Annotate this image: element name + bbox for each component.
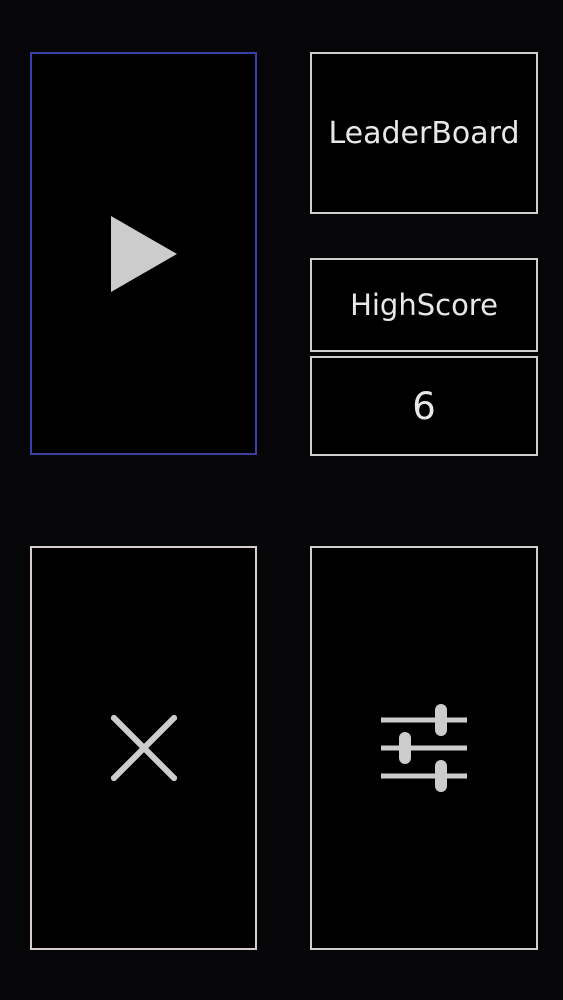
main-menu-screen: LeaderBoard HighScore 6	[0, 0, 563, 1000]
highscore-value-box: 6	[310, 356, 538, 456]
settings-button[interactable]	[310, 546, 538, 950]
leaderboard-button[interactable]: LeaderBoard	[310, 52, 538, 214]
highscore-value: 6	[412, 384, 436, 428]
highscore-label: HighScore	[350, 288, 498, 322]
exit-button[interactable]	[30, 546, 257, 950]
sliders-icon	[379, 700, 469, 796]
play-button[interactable]	[30, 52, 257, 455]
leaderboard-label: LeaderBoard	[328, 115, 520, 151]
close-icon	[110, 715, 177, 781]
play-icon	[109, 214, 179, 294]
highscore-label-box: HighScore	[310, 258, 538, 352]
